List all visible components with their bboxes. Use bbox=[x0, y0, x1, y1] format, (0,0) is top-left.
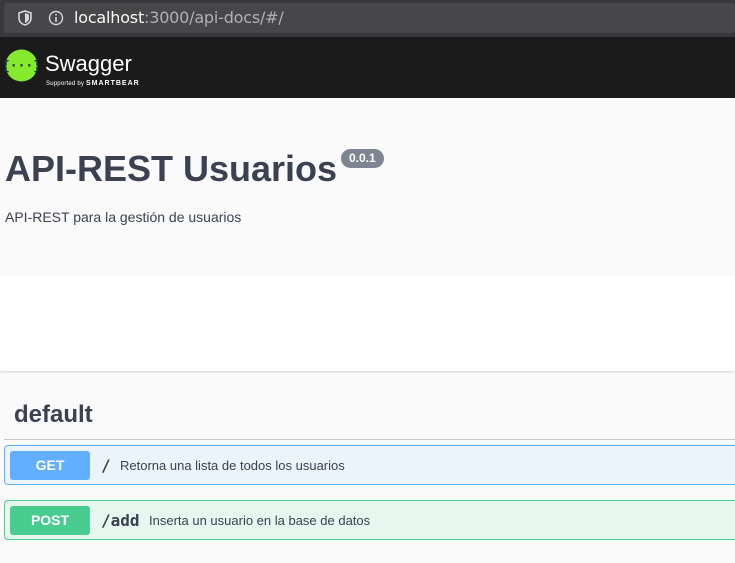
swagger-logo-icon[interactable]: {···} bbox=[5, 49, 38, 82]
operation-path: /add bbox=[101, 511, 140, 530]
operation-post-add[interactable]: POST /add Inserta un usuario en la base … bbox=[4, 500, 735, 540]
method-badge: GET bbox=[10, 451, 90, 480]
url-text[interactable]: localhost:3000/api-docs/#/ bbox=[74, 9, 284, 27]
browser-toolbar: localhost:3000/api-docs/#/ bbox=[0, 0, 735, 37]
version-badge: 0.0.1 bbox=[341, 149, 384, 168]
svg-text:{···}: {···} bbox=[5, 59, 38, 74]
api-description: API-REST para la gestión de usuarios bbox=[5, 209, 242, 225]
swagger-topbar: {···} Swagger Supported by SMARTBEAR bbox=[0, 37, 735, 98]
api-info-section: API-REST Usuarios 0.0.1 API-REST para la… bbox=[0, 98, 735, 275]
swagger-logo-text[interactable]: Swagger bbox=[45, 51, 132, 77]
method-badge: POST bbox=[10, 506, 90, 535]
tag-divider bbox=[4, 439, 735, 440]
smartbear-tagline: Supported by SMARTBEAR bbox=[46, 80, 140, 87]
address-bar[interactable]: localhost:3000/api-docs/#/ bbox=[4, 3, 735, 33]
tag-section-title[interactable]: default bbox=[14, 401, 93, 429]
operation-summary: Inserta un usuario en la base de datos bbox=[149, 513, 371, 528]
operation-path: / bbox=[101, 456, 111, 475]
info-icon[interactable] bbox=[48, 10, 64, 26]
shield-icon[interactable] bbox=[18, 10, 32, 26]
operation-get-root[interactable]: GET / Retorna una lista de todos los usu… bbox=[4, 445, 735, 485]
schemes-container bbox=[0, 275, 735, 371]
operation-summary: Retorna una lista de todos los usuarios bbox=[120, 458, 345, 473]
page-title: API-REST Usuarios bbox=[5, 148, 338, 189]
